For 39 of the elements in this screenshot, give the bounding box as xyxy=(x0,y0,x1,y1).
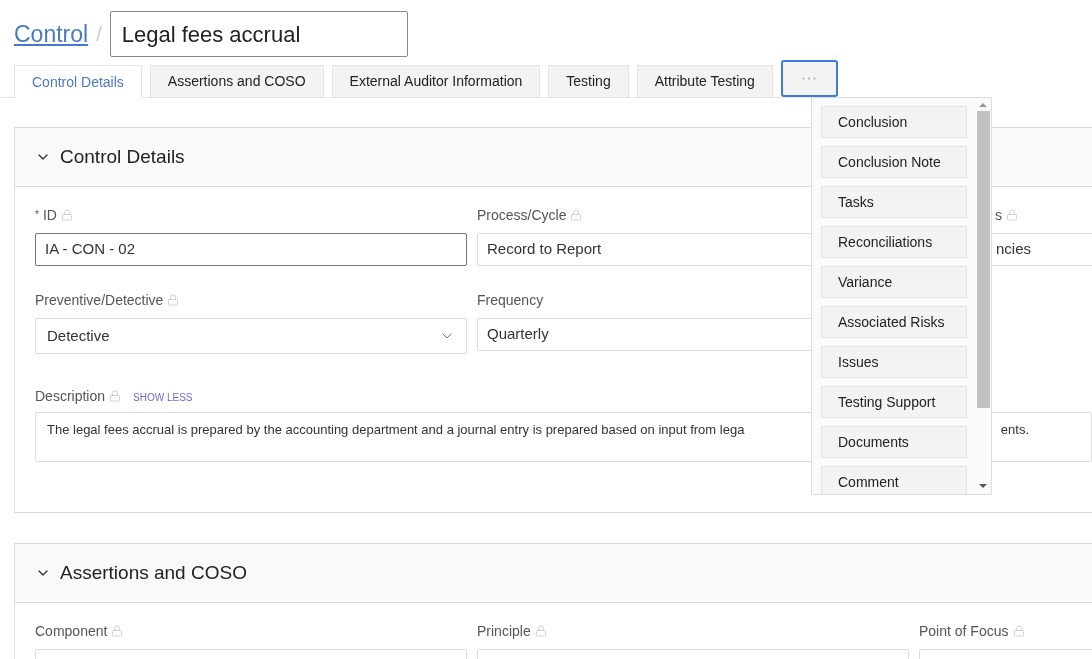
show-less-link[interactable]: SHOW LESS xyxy=(133,390,193,405)
breadcrumb-link[interactable]: Control xyxy=(14,16,89,52)
menu-item[interactable]: Comment xyxy=(821,466,967,494)
field-label: Frequency xyxy=(477,290,544,310)
title-field[interactable]: Legal fees accrual xyxy=(109,11,408,57)
select-field[interactable]: Detective xyxy=(35,318,467,354)
required-mark: * xyxy=(35,208,39,222)
menu-item[interactable]: Testing Support xyxy=(821,386,967,418)
menu-item[interactable]: Documents xyxy=(821,426,967,458)
more-tabs-button[interactable] xyxy=(780,60,838,97)
scroll-down-icon xyxy=(979,483,988,489)
input-field[interactable]: IA - CON - 02 xyxy=(35,233,467,266)
tab[interactable]: Testing xyxy=(548,65,629,97)
field-label: Point of Focus xyxy=(919,621,1009,641)
field-label: ID xyxy=(42,205,57,225)
menu-item[interactable]: Associated Risks xyxy=(821,306,967,338)
breadcrumb-separator: / xyxy=(96,22,102,47)
description-text: ents. xyxy=(1000,421,1029,439)
field-label: Preventive/Detective xyxy=(35,290,164,310)
field-label: Description xyxy=(35,386,106,406)
section-header[interactable]: Assertions and COSO xyxy=(15,544,1092,603)
menu-item[interactable]: Issues xyxy=(821,346,967,378)
field-label: Process/Cycle xyxy=(477,205,567,225)
section-title: Control Details xyxy=(60,144,185,169)
tab[interactable]: Assertions and COSO xyxy=(149,65,324,97)
description-text: The legal fees accrual is prepared by the accounting department and a journal entry is prepared based on input from lega xyxy=(47,421,745,439)
tab[interactable]: External Auditor Information xyxy=(331,65,541,97)
menu-item[interactable]: Tasks xyxy=(821,186,967,218)
menu-item[interactable]: Conclusion xyxy=(821,106,967,138)
field-label: s xyxy=(995,205,1002,225)
menu-item[interactable]: Reconciliations xyxy=(821,226,967,258)
field-label: Component xyxy=(35,621,108,641)
field-label: Principle xyxy=(477,621,531,641)
menu-item[interactable]: Conclusion Note xyxy=(821,146,967,178)
scroll-up-icon xyxy=(979,102,988,108)
menu-item[interactable]: Variance xyxy=(821,266,967,298)
tab[interactable]: Control Details xyxy=(14,65,142,98)
section-title: Assertions and COSO xyxy=(60,560,247,585)
tab[interactable]: Attribute Testing xyxy=(636,65,773,97)
